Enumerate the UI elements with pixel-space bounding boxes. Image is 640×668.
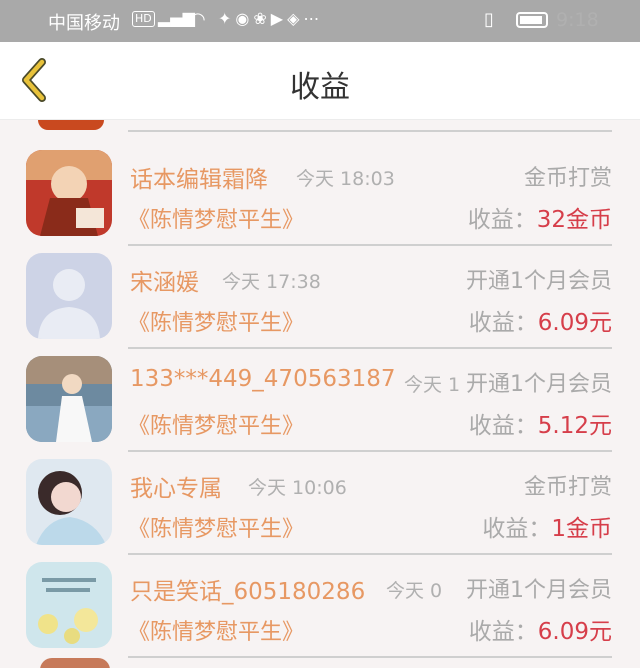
earnings-label: 收益： bbox=[467, 207, 537, 233]
earnings: 收益：5.12元 bbox=[469, 406, 612, 440]
earnings: 收益：6.09元 bbox=[469, 612, 612, 646]
avatar bbox=[26, 459, 112, 545]
user-name: 133***449_470563187 bbox=[130, 366, 396, 392]
page-title: 收益 bbox=[290, 70, 350, 105]
carrier-label: 中国移动 bbox=[48, 13, 120, 34]
earnings-value: 32金币 bbox=[536, 207, 612, 233]
nav-bar: 收益 bbox=[0, 42, 640, 120]
record-type: 开通1个月会员 bbox=[466, 372, 612, 397]
earnings-label: 收益： bbox=[482, 516, 552, 542]
record-time: 今天 17:38 bbox=[222, 271, 321, 293]
earnings-label: 收益： bbox=[468, 619, 538, 645]
record-time: 今天 10:06 bbox=[248, 477, 347, 499]
clock: 9:18 bbox=[556, 9, 599, 31]
divider bbox=[128, 553, 612, 555]
hd-badge: HD bbox=[132, 11, 155, 27]
avatar bbox=[26, 562, 112, 648]
book-title: 《陈情梦慰平生》 bbox=[128, 620, 305, 645]
avatar bbox=[38, 120, 104, 130]
record-type: 金币打赏 bbox=[523, 166, 612, 191]
book-title: 《陈情梦慰平生》 bbox=[128, 414, 305, 439]
book-title: 《陈情梦慰平生》 bbox=[128, 517, 305, 542]
earnings: 收益：32金币 bbox=[468, 200, 612, 234]
earnings-value: 6.09元 bbox=[537, 619, 612, 645]
notification-icons: ✦◉❀▶◈⋯ bbox=[218, 9, 324, 28]
earnings-label: 收益： bbox=[468, 413, 538, 439]
wifi-icon: ◠ bbox=[190, 9, 206, 30]
user-name: 我心专属 bbox=[130, 476, 222, 502]
divider bbox=[128, 244, 612, 246]
book-title: 《陈情梦慰平生》 bbox=[128, 208, 305, 233]
user-name: 话本编辑霜降 bbox=[130, 167, 268, 193]
record-time: 今天 1 bbox=[404, 374, 461, 396]
vibrate-icon: ▯ bbox=[484, 9, 494, 30]
record-type: 开通1个月会员 bbox=[466, 269, 612, 294]
earnings-value: 6.09元 bbox=[537, 310, 612, 336]
earnings-list[interactable]: 话本编辑霜降 今天 18:03 金币打赏 《陈情梦慰平生》 收益：32金币 宋涵… bbox=[0, 120, 640, 668]
battery-icon bbox=[516, 12, 548, 28]
list-item[interactable]: 话本编辑霜降 今天 18:03 金币打赏 《陈情梦慰平生》 收益：32金币 bbox=[0, 144, 640, 248]
record-time: 今天 18:03 bbox=[296, 168, 395, 190]
user-name: 只是笑话_605180286 bbox=[130, 579, 366, 605]
divider bbox=[128, 130, 612, 132]
avatar bbox=[26, 253, 112, 339]
list-item-partial bbox=[0, 120, 640, 132]
divider bbox=[128, 450, 612, 452]
divider bbox=[128, 656, 612, 658]
status-bar: 中国移动 HD ▂▄▆ ◠ ✦◉❀▶◈⋯ ▯ 9:18 bbox=[0, 0, 640, 42]
earnings: 收益：6.09元 bbox=[469, 303, 612, 337]
avatar bbox=[40, 658, 110, 668]
record-type: 金币打赏 bbox=[523, 475, 612, 500]
book-title: 《陈情梦慰平生》 bbox=[128, 311, 305, 336]
earnings-value: 5.12元 bbox=[537, 413, 612, 439]
avatar bbox=[26, 150, 112, 236]
avatar bbox=[26, 356, 112, 442]
record-type: 开通1个月会员 bbox=[466, 578, 612, 603]
earnings-label: 收益： bbox=[468, 310, 538, 336]
earnings: 收益：1金币 bbox=[482, 509, 612, 543]
list-item[interactable]: 133***449_470563187 今天 1 开通1个月会员 《陈情梦慰平生… bbox=[0, 350, 640, 454]
list-item[interactable]: 我心专属 今天 10:06 金币打赏 《陈情梦慰平生》 收益：1金币 bbox=[0, 453, 640, 557]
earnings-value: 1金币 bbox=[551, 516, 612, 542]
divider bbox=[128, 347, 612, 349]
list-item[interactable]: 宋涵媛 今天 17:38 开通1个月会员 《陈情梦慰平生》 收益：6.09元 bbox=[0, 247, 640, 351]
record-time: 今天 0 bbox=[386, 580, 443, 602]
user-name: 宋涵媛 bbox=[130, 270, 199, 296]
list-item[interactable]: 只是笑话_605180286 今天 0 开通1个月会员 《陈情梦慰平生》 收益：… bbox=[0, 556, 640, 660]
